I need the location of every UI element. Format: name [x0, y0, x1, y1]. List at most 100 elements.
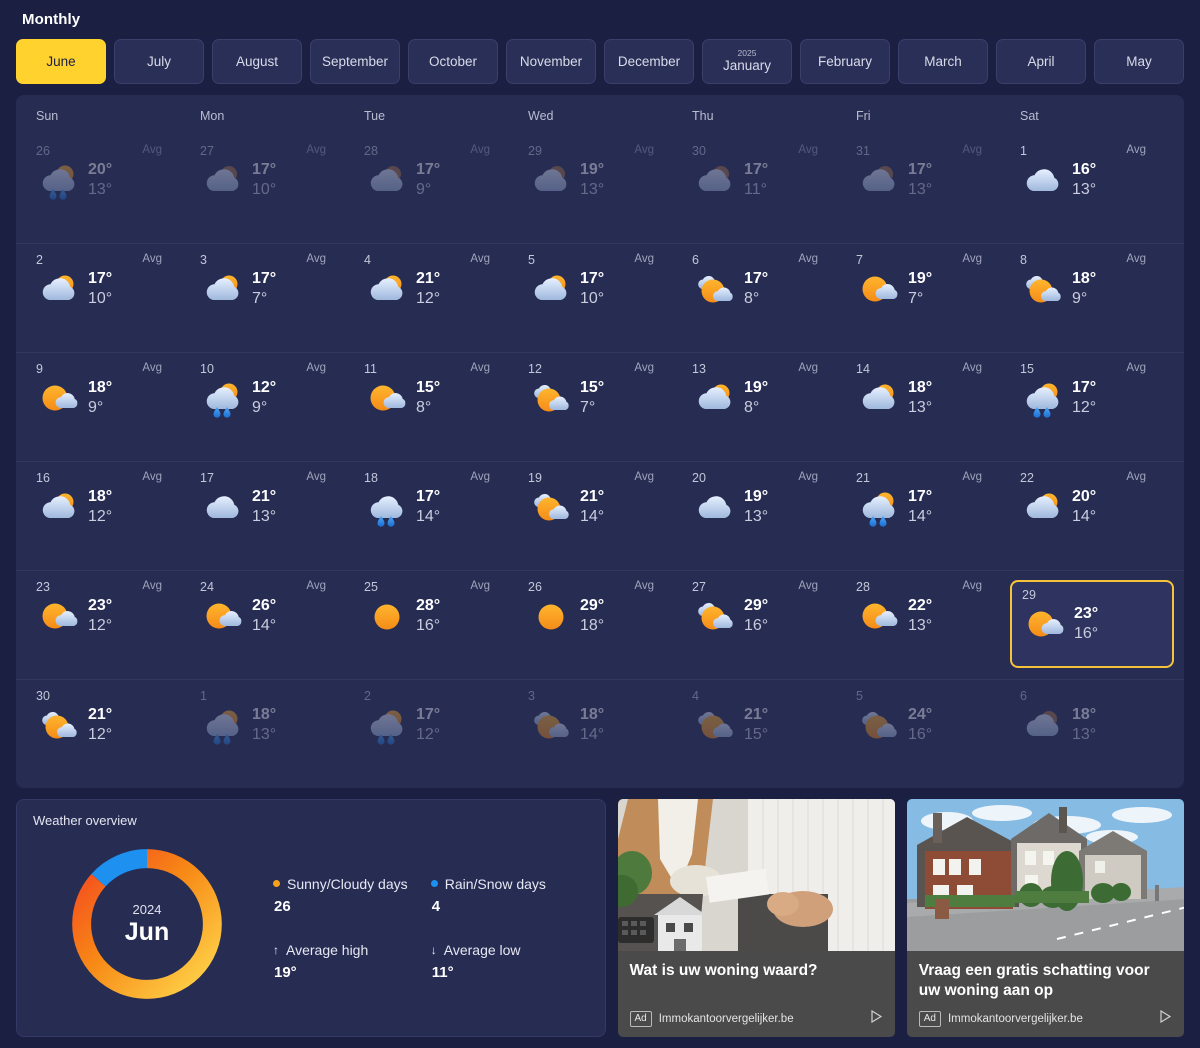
day-number: 30	[36, 689, 50, 703]
calendar-day-cell[interactable]: 4 21° 15°	[682, 680, 846, 788]
calendar-day-cell[interactable]: 26 Avg 29° 18°	[518, 571, 682, 679]
calendar-day-cell[interactable]: 14 Avg 18° 13°	[846, 353, 1010, 461]
sunny-small-cloud-icon	[856, 596, 902, 636]
calendar-day-cell[interactable]: 8 Avg 18° 9°	[1010, 244, 1174, 352]
temp-high: 15°	[580, 379, 605, 396]
day-cell-body: 21° 14°	[528, 487, 674, 527]
month-tab-april[interactable]: April	[996, 39, 1086, 84]
calendar-day-cell[interactable]: 2 Avg 17° 10°	[26, 244, 190, 352]
day-cell-body: 19° 13°	[528, 160, 674, 200]
day-number: 26	[36, 144, 50, 158]
calendar-day-cell[interactable]: 21 Avg 17° 14°	[846, 462, 1010, 570]
day-cell-header: 31 Avg	[856, 144, 1002, 158]
month-tab-may[interactable]: May	[1094, 39, 1184, 84]
calendar-day-cell[interactable]: 7 Avg 19° 7°	[846, 244, 1010, 352]
ad-card-2[interactable]: Vraag een gratis schatting voor uw wonin…	[906, 799, 1184, 1037]
calendar-day-cell[interactable]: 30 Avg 17° 11°	[682, 135, 846, 243]
calendar-day-cell[interactable]: 6 18° 13°	[1010, 680, 1174, 788]
avg-label: Avg	[306, 253, 326, 265]
calendar-day-cell[interactable]: 19 Avg 21° 14°	[518, 462, 682, 570]
calendar-day-cell[interactable]: 29 Avg 19° 13°	[518, 135, 682, 243]
calendar-day-cell[interactable]: 5 24° 16°	[846, 680, 1010, 788]
legend-label-row: ↓ Average low	[431, 942, 589, 958]
avg-label: Avg	[962, 471, 982, 483]
month-tab-february[interactable]: February	[800, 39, 890, 84]
avg-label: Avg	[470, 144, 490, 156]
cloudy-sun-icon	[364, 160, 410, 200]
calendar-day-cell[interactable]: 27 Avg 29° 16°	[682, 571, 846, 679]
calendar-day-cell[interactable]: 28 Avg 22° 13°	[846, 571, 1010, 679]
day-cell-header: 3	[528, 689, 674, 703]
temp-low: 14°	[252, 617, 277, 634]
calendar-day-cell[interactable]: 16 Avg 18° 12°	[26, 462, 190, 570]
temp-high: 17°	[580, 270, 605, 287]
calendar-day-cell[interactable]: 5 Avg 17° 10°	[518, 244, 682, 352]
day-temperatures: 17° 12°	[1072, 378, 1096, 418]
calendar-day-cell[interactable]: 27 Avg 17° 10°	[190, 135, 354, 243]
month-tab-august[interactable]: August	[212, 39, 302, 84]
calendar-day-cell[interactable]: 2 17° 12°	[354, 680, 518, 788]
month-tab-september[interactable]: September	[310, 39, 400, 84]
day-temperatures: 29° 18°	[580, 596, 604, 636]
avg-label: Avg	[306, 144, 326, 156]
day-temperatures: 12° 9°	[252, 378, 276, 418]
calendar-day-cell[interactable]: 3 18° 14°	[518, 680, 682, 788]
cloudy-sun-icon	[1020, 705, 1066, 745]
ad-card-1[interactable]: Wat is uw woning waard? Ad Immokantoorve…	[617, 799, 895, 1037]
temp-low: 13°	[908, 399, 933, 416]
day-cell-body: 29° 16°	[692, 596, 838, 636]
temp-low: 13°	[252, 508, 277, 525]
arrow-down-icon: ↓	[430, 942, 437, 957]
month-tab-july[interactable]: July	[114, 39, 204, 84]
calendar-day-cell[interactable]: 25 Avg 28° 16°	[354, 571, 518, 679]
calendar-day-cell[interactable]: 17 Avg 21° 13°	[190, 462, 354, 570]
calendar-day-cell[interactable]: 6 Avg 17° 8°	[682, 244, 846, 352]
calendar-day-cell[interactable]: 11 Avg 15° 8°	[354, 353, 518, 461]
calendar-day-cell[interactable]: 26 Avg 20° 13°	[26, 135, 190, 243]
day-cell-body: 17° 14°	[856, 487, 1002, 527]
ad-info-icon[interactable]	[1159, 1009, 1174, 1028]
temp-high: 17°	[908, 161, 933, 178]
temp-high: 28°	[416, 597, 441, 614]
day-number: 27	[200, 144, 214, 158]
month-tab-june[interactable]: June	[16, 39, 106, 84]
calendar-day-cell[interactable]: 12 Avg 15° 7°	[518, 353, 682, 461]
calendar-day-cell[interactable]: 1 Avg 16° 13°	[1010, 135, 1174, 243]
month-tab-march[interactable]: March	[898, 39, 988, 84]
temp-low: 7°	[252, 290, 268, 307]
calendar-day-cell[interactable]: 28 Avg 17° 9°	[354, 135, 518, 243]
calendar-day-cell[interactable]: 1 18° 13°	[190, 680, 354, 788]
calendar-day-cell[interactable]: 15 Avg 17° 12°	[1010, 353, 1174, 461]
calendar-day-cell[interactable]: 10 Avg 12° 9°	[190, 353, 354, 461]
day-cell-header: 5	[856, 689, 1002, 703]
calendar-day-cell[interactable]: 3 Avg 17° 7°	[190, 244, 354, 352]
day-number: 21	[856, 471, 870, 485]
month-tab-november[interactable]: November	[506, 39, 596, 84]
ad-info-icon[interactable]	[870, 1009, 885, 1028]
calendar-day-cell[interactable]: 23 Avg 23° 12°	[26, 571, 190, 679]
day-cell-body: 21° 13°	[200, 487, 346, 527]
calendar-day-cell[interactable]: 18 Avg 17° 14°	[354, 462, 518, 570]
temp-high: 23°	[1074, 605, 1099, 622]
calendar-day-cell[interactable]: 20 Avg 19° 13°	[682, 462, 846, 570]
calendar-day-cell[interactable]: 24 Avg 26° 14°	[190, 571, 354, 679]
calendar-day-cell[interactable]: 22 Avg 20° 14°	[1010, 462, 1174, 570]
day-cell-body: 17° 9°	[364, 160, 510, 200]
calendar-day-cell[interactable]: 29 23° 16°	[1010, 580, 1174, 668]
calendar-day-cell[interactable]: 30 21° 12°	[26, 680, 190, 788]
avg-label: Avg	[798, 362, 818, 374]
day-cell-body: 17° 10°	[200, 160, 346, 200]
month-tab-list: June July August September October November De…	[16, 39, 1184, 84]
month-tab-october[interactable]: October	[408, 39, 498, 84]
calendar-day-cell[interactable]: 4 Avg 21° 12°	[354, 244, 518, 352]
month-tab-january[interactable]: 2025 January	[702, 39, 792, 84]
month-tab-december[interactable]: December	[604, 39, 694, 84]
calendar-day-cell[interactable]: 31 Avg 17° 13°	[846, 135, 1010, 243]
calendar-day-cell[interactable]: 13 Avg 19° 8°	[682, 353, 846, 461]
calendar-day-cell[interactable]: 9 Avg 18° 9°	[26, 353, 190, 461]
day-cell-body: 23° 12°	[36, 596, 182, 636]
legend-value: 4	[431, 897, 441, 915]
temp-high: 21°	[88, 706, 113, 723]
day-number: 26	[528, 580, 542, 594]
temp-low: 13°	[1072, 181, 1097, 198]
